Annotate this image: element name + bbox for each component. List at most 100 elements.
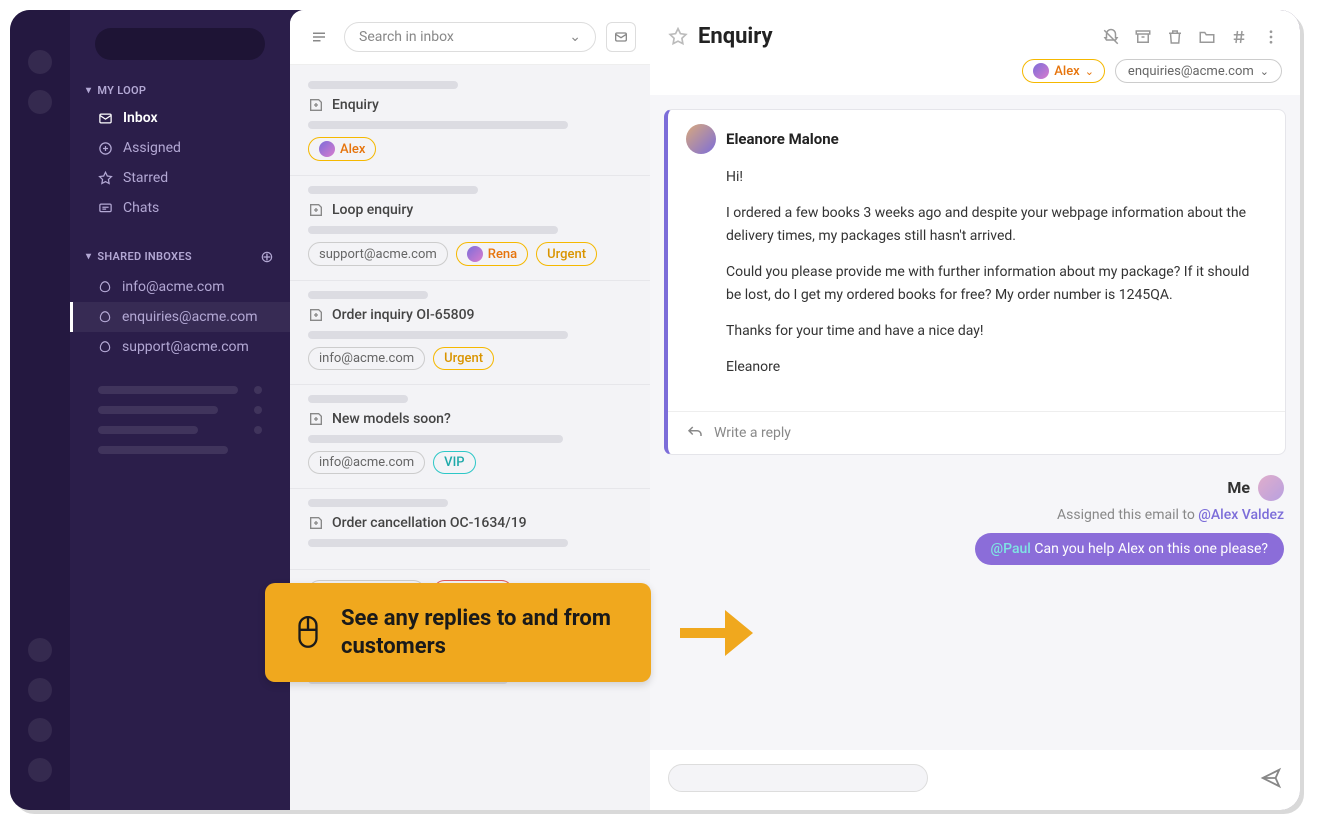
nav-label: Chats <box>123 200 159 216</box>
detail-pane: Enquiry Alex⌄ enquiries@acme.com⌄ Eleano… <box>650 10 1300 810</box>
sidebar-placeholder <box>70 380 290 400</box>
menu-button[interactable] <box>304 22 334 52</box>
sidebar-item-enquiries[interactable]: enquiries@acme.com <box>70 302 290 332</box>
trash-icon <box>1166 28 1184 46</box>
detail-subheader: Alex⌄ enquiries@acme.com⌄ <box>650 59 1300 95</box>
thread-title: Loop enquiry <box>332 202 413 218</box>
nav-label: Starred <box>123 170 168 186</box>
thread-icon <box>308 515 324 531</box>
thread-title: Order inquiry OI-65809 <box>332 307 474 323</box>
nav-rail-item[interactable] <box>28 758 52 782</box>
send-button[interactable] <box>1260 767 1282 789</box>
message-card: Eleanore Malone Hi! I ordered a few book… <box>664 109 1286 455</box>
sidebar: ▾ MY LOOP Inbox Assigned Starred Chats ▾… <box>70 10 290 810</box>
sidebar-item-info[interactable]: info@acme.com <box>70 272 290 302</box>
chevron-down-icon: ⌄ <box>569 29 581 45</box>
star-icon <box>98 171 113 186</box>
thread-item[interactable]: Order cancellation OC-1634/19 <box>290 489 650 570</box>
nav-rail-item[interactable] <box>28 90 52 114</box>
header-actions <box>1100 26 1282 48</box>
workspace-logo[interactable] <box>95 28 265 60</box>
archive-button[interactable] <box>1132 26 1154 48</box>
detail-header: Enquiry <box>650 10 1300 59</box>
nav-rail <box>10 10 70 810</box>
section-my-loop[interactable]: ▾ MY LOOP <box>70 78 290 103</box>
reply-input[interactable]: Write a reply <box>668 411 1285 454</box>
move-button[interactable] <box>1196 26 1218 48</box>
composer-input[interactable] <box>668 764 928 792</box>
avatar <box>319 141 335 157</box>
sidebar-placeholder <box>70 420 290 440</box>
search-placeholder: Search in inbox <box>359 29 454 45</box>
tag-pill[interactable]: Urgent <box>536 242 597 266</box>
nav-label: enquiries@acme.com <box>122 309 258 325</box>
app-frame: ▾ MY LOOP Inbox Assigned Starred Chats ▾… <box>10 10 1300 810</box>
nav-rail-item[interactable] <box>28 638 52 662</box>
archive-icon <box>1134 28 1152 46</box>
mention-link[interactable]: @Alex Valdez <box>1198 507 1284 523</box>
thread-icon <box>308 307 324 323</box>
assignee-dropdown[interactable]: Alex⌄ <box>1022 59 1105 83</box>
section-shared-inboxes[interactable]: ▾ SHARED INBOXES ⊕ <box>70 241 290 272</box>
shared-inbox-icon <box>98 280 112 294</box>
sidebar-placeholder <box>70 400 290 420</box>
sidebar-item-inbox[interactable]: Inbox <box>70 103 290 133</box>
assignee-pill[interactable]: Rena <box>456 242 528 266</box>
inbox-pill[interactable]: support@acme.com <box>308 242 448 266</box>
thread-list-body[interactable]: Enquiry Alex Loop enquiry support@acme.c… <box>290 65 650 810</box>
inbox-pill[interactable]: info@acme.com <box>308 451 425 474</box>
sidebar-item-chats[interactable]: Chats <box>70 193 290 223</box>
more-button[interactable] <box>1260 26 1282 48</box>
thread-title: Order cancellation OC-1634/19 <box>332 515 527 531</box>
nav-rail-item[interactable] <box>28 718 52 742</box>
delete-button[interactable] <box>1164 26 1186 48</box>
sidebar-item-support[interactable]: support@acme.com <box>70 332 290 362</box>
nav-label: Assigned <box>123 140 181 156</box>
thread-icon <box>308 202 324 218</box>
nav-label: info@acme.com <box>122 279 224 295</box>
nav-label: Inbox <box>123 110 158 126</box>
tag-pill[interactable]: VIP <box>433 451 475 474</box>
chevron-down-icon: ▾ <box>86 85 91 96</box>
sidebar-item-assigned[interactable]: Assigned <box>70 133 290 163</box>
sender-name: Eleanore Malone <box>726 130 839 148</box>
thread-title: New models soon? <box>332 411 451 427</box>
activity-block: Me Assigned this email to @Alex Valdez @… <box>664 475 1286 565</box>
section-label: SHARED INBOXES <box>97 250 192 263</box>
mute-button[interactable] <box>1100 26 1122 48</box>
compose-button[interactable] <box>606 22 636 52</box>
search-input[interactable]: Search in inbox ⌄ <box>344 22 596 52</box>
section-label: MY LOOP <box>97 84 146 97</box>
message-header: Eleanore Malone <box>668 110 1285 158</box>
inbox-dropdown[interactable]: enquiries@acme.com⌄ <box>1115 59 1282 83</box>
chat-icon <box>98 201 113 216</box>
thread-icon <box>308 97 324 113</box>
mention-link[interactable]: @Paul <box>991 541 1031 557</box>
add-inbox-button[interactable]: ⊕ <box>260 247 274 266</box>
thread-item[interactable]: Enquiry Alex <box>290 71 650 176</box>
nav-rail-item[interactable] <box>28 678 52 702</box>
message-body: Hi! I ordered a few books 3 weeks ago an… <box>668 158 1285 411</box>
star-icon[interactable] <box>668 27 688 47</box>
avatar <box>1258 475 1284 501</box>
thread-item[interactable]: Loop enquiry support@acme.com Rena Urgen… <box>290 176 650 281</box>
activity-author: Me <box>1227 478 1250 497</box>
tag-button[interactable] <box>1228 26 1250 48</box>
callout-overlay: See any replies to and from customers <box>265 583 755 682</box>
thread-title: Enquiry <box>332 97 379 113</box>
tag-pill[interactable]: Urgent <box>433 347 494 370</box>
inbox-pill[interactable]: info@acme.com <box>308 347 425 370</box>
reply-icon <box>686 424 704 442</box>
thread-icon <box>308 411 324 427</box>
avatar <box>467 246 483 262</box>
nav-label: support@acme.com <box>122 339 249 355</box>
thread-item[interactable]: New models soon? info@acme.com VIP <box>290 385 650 489</box>
sidebar-item-starred[interactable]: Starred <box>70 163 290 193</box>
nav-rail-item[interactable] <box>28 50 52 74</box>
thread-item[interactable]: Order inquiry OI-65809 info@acme.com Urg… <box>290 281 650 385</box>
sidebar-placeholder <box>70 440 290 460</box>
send-icon <box>1260 767 1282 789</box>
assignee-pill[interactable]: Alex <box>308 137 376 161</box>
mute-icon <box>1102 28 1120 46</box>
chevron-down-icon: ▾ <box>86 251 91 262</box>
